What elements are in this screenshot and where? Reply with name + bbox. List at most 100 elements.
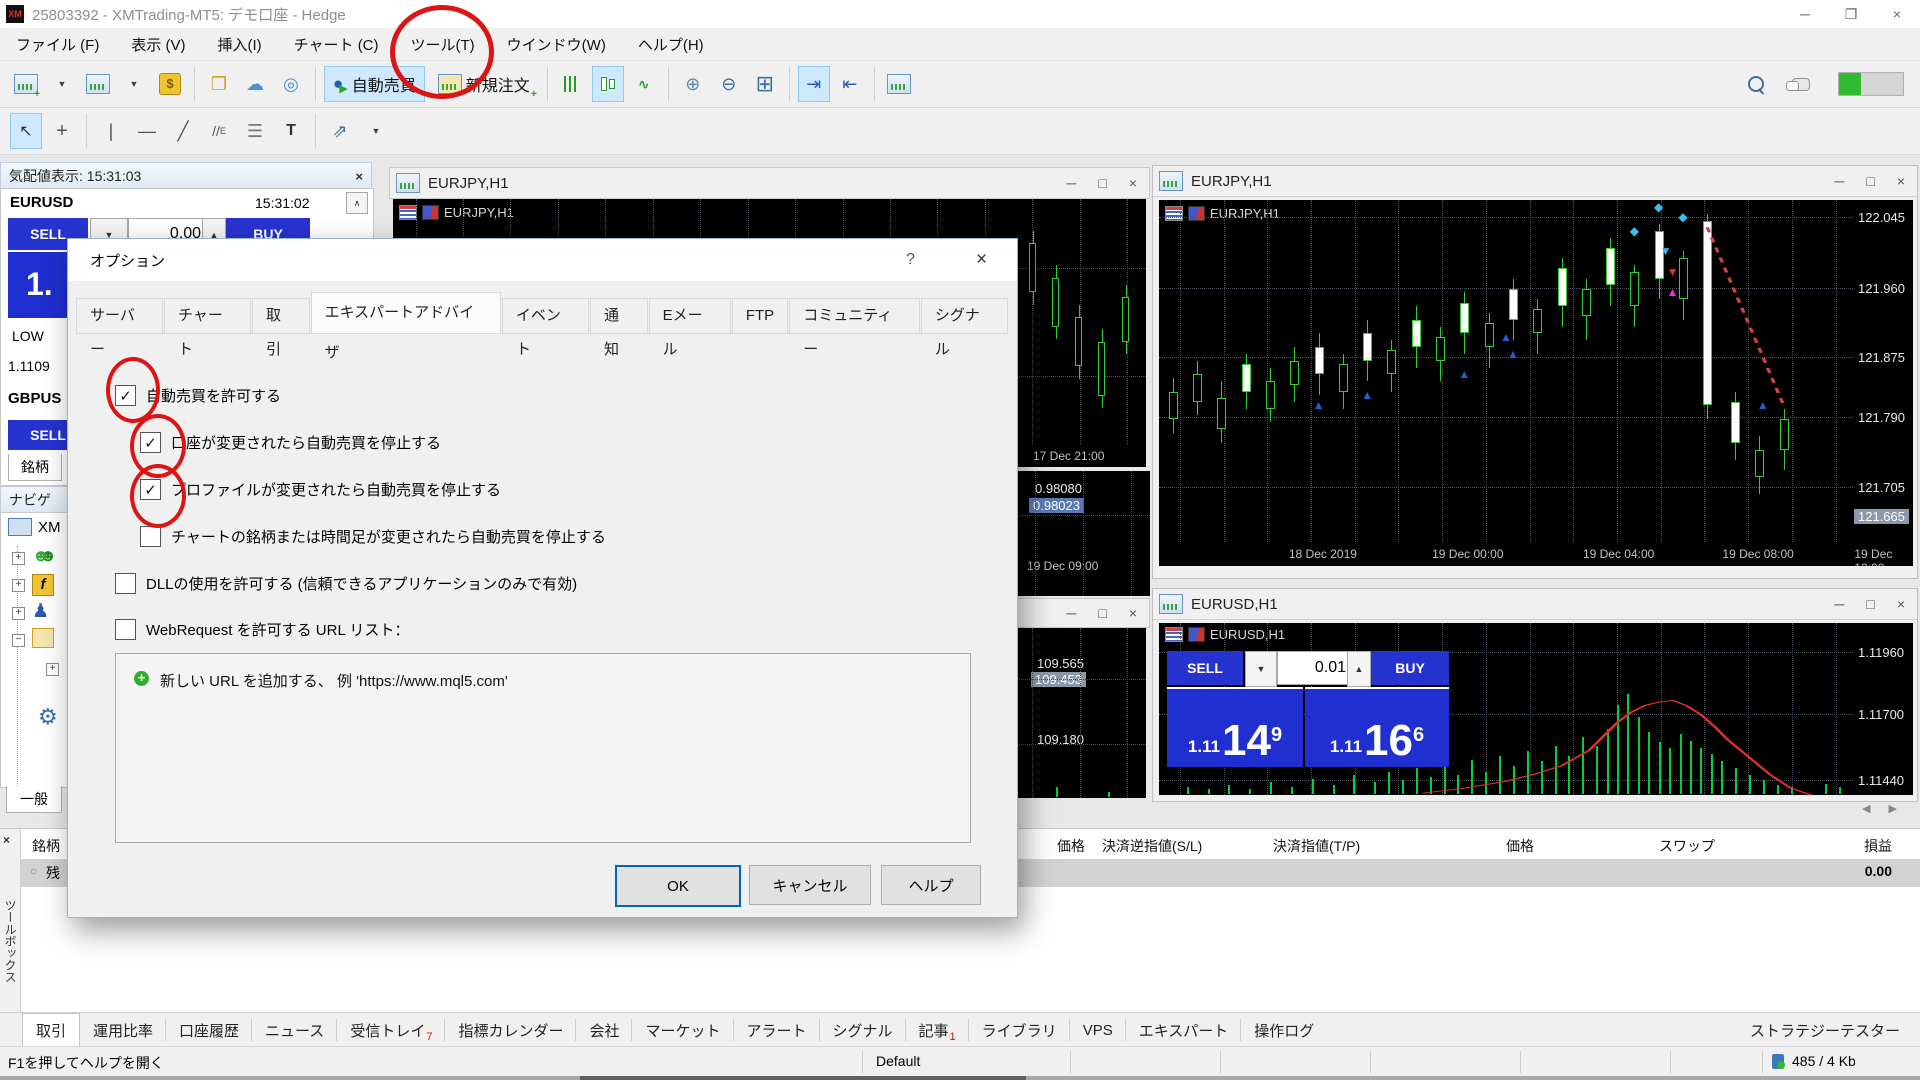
scripts-icon[interactable] [32, 628, 54, 648]
tab-notifications[interactable]: 通知 [590, 298, 648, 333]
ok-button[interactable]: OK [615, 865, 741, 907]
checkbox-disable-on-chart-change[interactable]: チャートの銘柄または時間足が変更されたら自動売買を停止する [140, 526, 606, 547]
tab-email[interactable]: Eメール [649, 298, 731, 333]
navigator-root-item[interactable]: XM [8, 518, 61, 536]
col-sl[interactable]: 決済逆指値(S/L) [1102, 836, 1202, 856]
tab-community[interactable]: コミュニティー [789, 298, 920, 333]
tab-server[interactable]: サーバー [76, 298, 163, 333]
search-icon[interactable] [1748, 76, 1764, 92]
candlestick-chart-icon[interactable] [592, 66, 624, 102]
bar-chart-icon[interactable] [556, 66, 588, 102]
chart-shift-icon[interactable]: ⇤ [834, 66, 866, 102]
col-swap[interactable]: スワップ [1659, 836, 1715, 856]
tree-expand-accounts-icon[interactable]: + [12, 552, 25, 565]
tab-exposure[interactable]: 運用比率 [80, 1013, 166, 1047]
col-profit[interactable]: 損益 [1820, 836, 1892, 856]
tree-expand-experts-icon[interactable]: + [12, 607, 25, 620]
eurjpy-titlebar[interactable]: EURJPY,H1 ─ □ × [1153, 166, 1917, 197]
col-tp[interactable]: 決済指値(T/P) [1273, 836, 1360, 856]
eurusd-close-icon[interactable]: × [1897, 596, 1905, 612]
quote-symbol[interactable]: EURUSD [10, 194, 73, 211]
col-symbol[interactable]: 銘柄 [32, 836, 60, 856]
cloud-icon[interactable]: ☁ [239, 66, 271, 102]
services-gear-icon[interactable]: ⚙ [38, 704, 58, 730]
tab-trade[interactable]: 取引 [252, 298, 310, 333]
strategy-tester-tab[interactable]: ストラテジーテスター [1737, 1013, 1920, 1047]
eurjpy-minimize-icon[interactable]: ─ [1834, 173, 1844, 189]
close-icon[interactable]: × [1874, 0, 1920, 28]
market-watch-close-icon[interactable]: × [355, 169, 363, 184]
tree-expand-indicators-icon[interactable]: + [12, 579, 25, 592]
accounts-icon[interactable]: ☻ [32, 546, 50, 566]
checkbox-allow-dll[interactable]: DLLの使用を許可する (信頼できるアプリケーションのみで有効) [115, 573, 577, 594]
eurusd-sell-button[interactable]: SELL [1167, 651, 1243, 685]
trendline-icon[interactable]: ╱ [167, 113, 199, 149]
tab-journal[interactable]: 操作ログ [1241, 1013, 1327, 1047]
add-url-hint[interactable]: 新しい URL を追加する、 例 'https://www.mql5.com' [160, 670, 508, 691]
experts-icon[interactable]: ♟ [32, 600, 49, 623]
restore-icon[interactable]: ❐ [1828, 0, 1874, 28]
eurjpy-close-icon[interactable]: × [1897, 173, 1905, 189]
dialog-help-icon[interactable]: ? [906, 251, 915, 269]
menu-file[interactable]: ファイル (F) [0, 34, 115, 55]
tab-company[interactable]: 会社 [576, 1013, 632, 1047]
eurusd-titlebar[interactable]: EURUSD,H1 ─ □ × [1153, 589, 1917, 620]
channel-icon[interactable]: //E [203, 113, 235, 149]
tab-charts[interactable]: チャート [164, 298, 251, 333]
market-watch-tab-symbols[interactable]: 銘柄 [8, 454, 62, 481]
eurusd-volume-down-icon[interactable]: ▼ [1245, 651, 1277, 687]
frag3-close-icon[interactable]: × [1129, 605, 1137, 621]
tree-collapse-scripts-icon[interactable]: − [12, 634, 25, 647]
zoom-in-icon[interactable]: ⊕ [677, 66, 709, 102]
tab-signals[interactable]: シグナル [921, 298, 1008, 333]
eurusd-minimize-icon[interactable]: ─ [1834, 596, 1844, 612]
eurusd-buy-button[interactable]: BUY [1371, 651, 1449, 685]
navigator-tab-common[interactable]: 一般 [6, 786, 62, 813]
center-window-titlebar[interactable]: EURJPY,H1 ─ □ × [389, 167, 1150, 199]
one-click-trading-icon[interactable] [422, 205, 439, 220]
menu-view[interactable]: 表示 (V) [115, 34, 201, 55]
toolbox-vertical-tab[interactable]: ツールボックス [2, 899, 19, 983]
shapes-icon[interactable]: ⇗ [324, 113, 356, 149]
mdi-scroll-left-icon[interactable]: ◀ [1862, 802, 1870, 815]
eurjpy-maximize-icon[interactable]: □ [1866, 173, 1874, 189]
quote-symbol-2[interactable]: GBPUS [8, 390, 61, 407]
center-close-icon[interactable]: × [1129, 175, 1137, 191]
eurusd-bid-panel[interactable]: 1.11 14 9 [1167, 687, 1303, 767]
book-icon[interactable]: ❐ [203, 66, 235, 102]
tab-expert-advisors[interactable]: エキスパートアドバイザ [311, 292, 501, 333]
new-chart-dropdown-icon[interactable]: ▼ [46, 66, 78, 102]
menu-window[interactable]: ウインドウ(W) [491, 34, 622, 55]
signal-icon[interactable]: ◎ [275, 66, 307, 102]
cursor-icon[interactable]: ↖ [10, 113, 42, 149]
tab-experts[interactable]: エキスパート [1126, 1013, 1242, 1047]
help-button[interactable]: ヘルプ [881, 865, 981, 905]
shapes-dropdown-icon[interactable]: ▼ [360, 113, 392, 149]
toolbox-close-icon[interactable]: × [3, 833, 10, 847]
history-center-button[interactable]: $ [154, 66, 186, 102]
eurusd-plot[interactable]: EURUSD,H1 SELL ▼ 0.01 ▲ BUY 1.11 14 9 1.… [1159, 623, 1853, 795]
minimize-icon[interactable]: ─ [1782, 0, 1828, 28]
templates-button[interactable] [883, 66, 915, 102]
checkbox-disable-on-profile-change[interactable]: ✓ プロファイルが変更されたら自動売買を停止する [140, 479, 501, 500]
dialog-close-icon[interactable]: × [976, 249, 987, 271]
tab-codebase[interactable]: ライブラリ [969, 1013, 1070, 1047]
zoom-out-icon[interactable]: ⊖ [713, 66, 745, 102]
new-chart-button[interactable]: + [10, 66, 42, 102]
menu-chart[interactable]: チャート (C) [278, 34, 395, 55]
add-url-icon[interactable]: + [134, 671, 149, 686]
indicators-icon[interactable]: f [32, 574, 54, 596]
line-chart-icon[interactable]: ∿ [628, 66, 660, 102]
tab-articles[interactable]: 記事1 [906, 1013, 969, 1047]
fibonacci-icon[interactable]: ☰ [239, 113, 271, 149]
text-tool-icon[interactable]: T [275, 113, 307, 149]
tab-signals[interactable]: シグナル [820, 1013, 906, 1047]
profiles-dropdown-icon[interactable]: ▼ [118, 66, 150, 102]
quotes-scroll-up-icon[interactable]: ∧ [346, 192, 368, 214]
tab-alerts[interactable]: アラート [734, 1013, 820, 1047]
tree-expand-sub-icon[interactable]: + [46, 663, 59, 676]
checkbox-allow-webrequest[interactable]: WebRequest を許可する URL リスト： [115, 619, 409, 640]
tab-mailbox[interactable]: 受信トレイ7 [337, 1013, 445, 1047]
frag3-minimize-icon[interactable]: ─ [1066, 605, 1076, 621]
tab-ftp[interactable]: FTP [732, 298, 788, 333]
